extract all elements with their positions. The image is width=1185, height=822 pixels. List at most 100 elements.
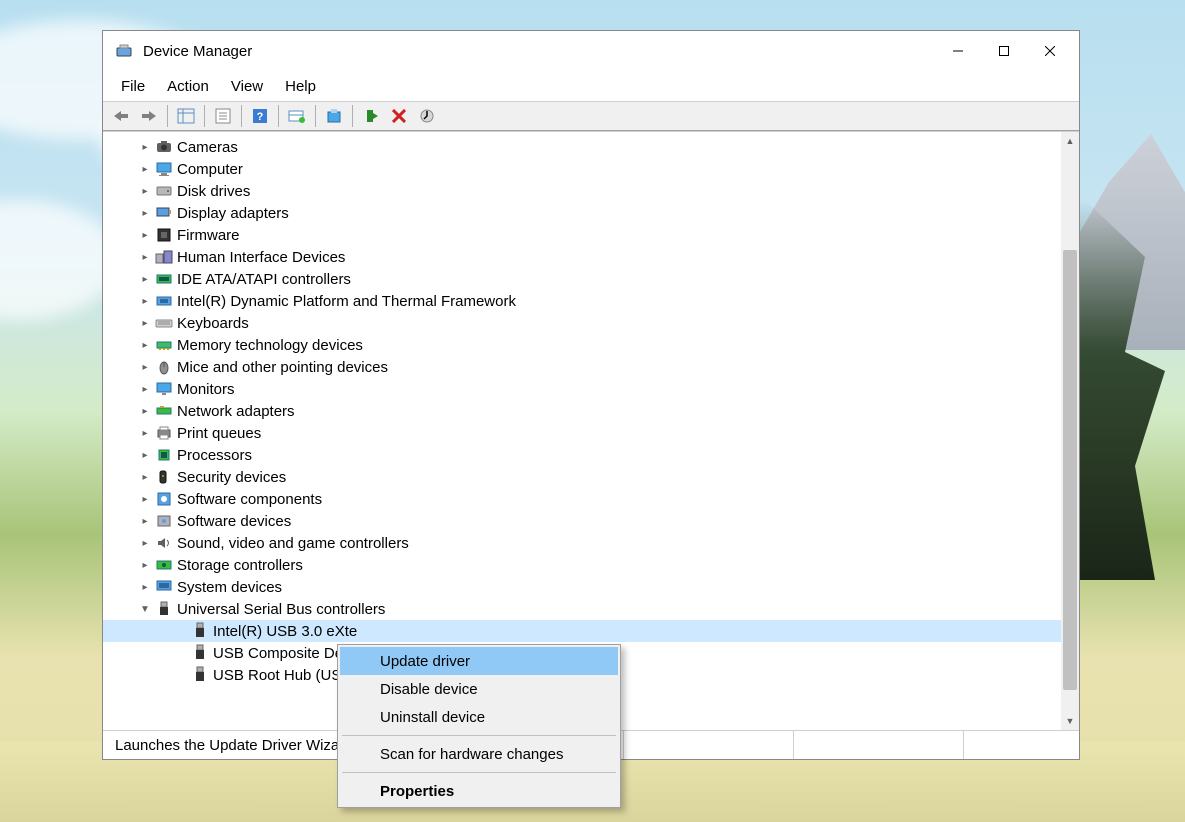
chevron-right-icon[interactable]: ▸: [139, 383, 151, 395]
chevron-down-icon[interactable]: ▼: [139, 603, 151, 615]
ctx-properties[interactable]: Properties: [340, 777, 618, 805]
window-title: Device Manager: [143, 43, 252, 60]
chevron-right-icon[interactable]: ▸: [139, 163, 151, 175]
ctx-scan-hardware[interactable]: Scan for hardware changes: [340, 740, 618, 768]
tree-category[interactable]: ▸ Keyboards: [103, 312, 1061, 334]
security-icon: [155, 468, 173, 486]
intel-icon: [155, 292, 173, 310]
tree-category[interactable]: ▸Software components: [103, 488, 1061, 510]
back-button[interactable]: [108, 104, 134, 128]
app-icon: [115, 42, 133, 60]
status-cell-4: [963, 731, 1073, 759]
software-device-icon: [155, 512, 173, 530]
properties-button[interactable]: [210, 104, 236, 128]
forward-button[interactable]: [136, 104, 162, 128]
tree-item-label: Cameras: [177, 139, 242, 156]
chevron-right-icon[interactable]: ▸: [139, 141, 151, 153]
chevron-right-icon[interactable]: ▸: [139, 317, 151, 329]
show-hide-tree-button[interactable]: [173, 104, 199, 128]
maximize-button[interactable]: [981, 35, 1027, 67]
tree-category[interactable]: ▸Sound, video and game controllers: [103, 532, 1061, 554]
tree-category[interactable]: ▸Processors: [103, 444, 1061, 466]
chevron-right-icon[interactable]: ▸: [139, 537, 151, 549]
minimize-button[interactable]: [935, 35, 981, 67]
tree-category[interactable]: ▼Universal Serial Bus controllers: [103, 598, 1061, 620]
menu-view[interactable]: View: [221, 74, 273, 99]
tree-item-label: Computer: [177, 161, 247, 178]
chevron-right-icon[interactable]: ▸: [139, 251, 151, 263]
chevron-right-icon[interactable]: ▸: [139, 427, 151, 439]
ctx-disable-device[interactable]: Disable device: [340, 675, 618, 703]
enable-device-button[interactable]: [358, 104, 384, 128]
titlebar[interactable]: Device Manager: [103, 31, 1079, 71]
chevron-right-icon[interactable]: ▸: [139, 559, 151, 571]
scroll-track[interactable]: [1061, 150, 1079, 712]
storage-icon: [155, 556, 173, 574]
printer-icon: [155, 424, 173, 442]
chevron-right-icon[interactable]: ▸: [139, 207, 151, 219]
tree-category[interactable]: ▸ Cameras: [103, 136, 1061, 158]
chevron-right-icon[interactable]: ▸: [139, 361, 151, 373]
tree-item-label: USB Root Hub (USB: [213, 667, 355, 684]
tree-category[interactable]: ▸ Intel(R) Dynamic Platform and Thermal F…: [103, 290, 1061, 312]
help-button[interactable]: ?: [247, 104, 273, 128]
firmware-icon: [155, 226, 173, 244]
menu-help[interactable]: Help: [275, 74, 326, 99]
chevron-right-icon[interactable]: ▸: [139, 229, 151, 241]
chevron-right-icon[interactable]: ▸: [139, 493, 151, 505]
tree-category[interactable]: ▸Security devices: [103, 466, 1061, 488]
tree-category[interactable]: ▸Software devices: [103, 510, 1061, 532]
scroll-up-button[interactable]: ▲: [1061, 132, 1079, 150]
device-tree[interactable]: ▸ Cameras ▸ Computer ▸ Disk drives ▸ Display ad…: [103, 132, 1061, 730]
ctx-update-driver[interactable]: Update driver: [340, 647, 618, 675]
tree-category[interactable]: ▸IDE ATA/ATAPI controllers: [103, 268, 1061, 290]
chevron-right-icon[interactable]: ▸: [139, 405, 151, 417]
chevron-right-icon[interactable]: ▸: [139, 581, 151, 593]
chevron-right-icon[interactable]: ▸: [139, 449, 151, 461]
tree-category[interactable]: ▸Memory technology devices: [103, 334, 1061, 356]
tree-item-label: Keyboards: [177, 315, 253, 332]
uninstall-device-button[interactable]: [386, 104, 412, 128]
tree-device[interactable]: Intel(R) USB 3.0 eXte: [103, 620, 1061, 642]
tree-item-label: Intel(R) USB 3.0 eXte: [213, 623, 361, 640]
chevron-right-icon[interactable]: ▸: [139, 273, 151, 285]
menubar: File Action View Help: [103, 71, 1079, 101]
menu-file[interactable]: File: [111, 74, 155, 99]
chevron-right-icon[interactable]: ▸: [139, 339, 151, 351]
computer-icon: [155, 160, 173, 178]
scan-hardware-button[interactable]: [284, 104, 310, 128]
scroll-thumb[interactable]: [1063, 250, 1077, 690]
scroll-down-button[interactable]: ▼: [1061, 712, 1079, 730]
tree-item-label: Storage controllers: [177, 557, 307, 574]
ctx-separator: [342, 735, 616, 736]
tree-item-label: Print queues: [177, 425, 265, 442]
tree-category[interactable]: ▸Mice and other pointing devices: [103, 356, 1061, 378]
ctx-uninstall-device[interactable]: Uninstall device: [340, 703, 618, 731]
chevron-right-icon[interactable]: ▸: [139, 185, 151, 197]
tree-category[interactable]: ▸Firmware: [103, 224, 1061, 246]
chevron-right-icon[interactable]: ▸: [139, 295, 151, 307]
tree-item-label: Intel(R) Dynamic Platform and Thermal Fr…: [177, 293, 520, 310]
tree-item-label: Disk drives: [177, 183, 254, 200]
disable-device-button[interactable]: [414, 104, 440, 128]
tree-item-label: Display adapters: [177, 205, 293, 222]
tree-category[interactable]: ▸Human Interface Devices: [103, 246, 1061, 268]
tree-category[interactable]: ▸ Network adapters: [103, 400, 1061, 422]
tree-category[interactable]: ▸ Computer: [103, 158, 1061, 180]
status-cell-2: [623, 731, 793, 759]
update-driver-button[interactable]: [321, 104, 347, 128]
chevron-right-icon[interactable]: ▸: [139, 471, 151, 483]
tree-category[interactable]: ▸ Storage controllers: [103, 554, 1061, 576]
vertical-scrollbar[interactable]: ▲ ▼: [1061, 132, 1079, 730]
tree-category[interactable]: ▸Monitors: [103, 378, 1061, 400]
close-button[interactable]: [1027, 35, 1073, 67]
tree-category[interactable]: ▸ Print queues: [103, 422, 1061, 444]
tree-category[interactable]: ▸ Disk drives: [103, 180, 1061, 202]
tree-category[interactable]: ▸ Display adapters: [103, 202, 1061, 224]
tree-category[interactable]: ▸System devices: [103, 576, 1061, 598]
chevron-right-icon[interactable]: ▸: [139, 515, 151, 527]
menu-action[interactable]: Action: [157, 74, 219, 99]
network-icon: [155, 402, 173, 420]
sound-icon: [155, 534, 173, 552]
tree-item-label: Network adapters: [177, 403, 299, 420]
